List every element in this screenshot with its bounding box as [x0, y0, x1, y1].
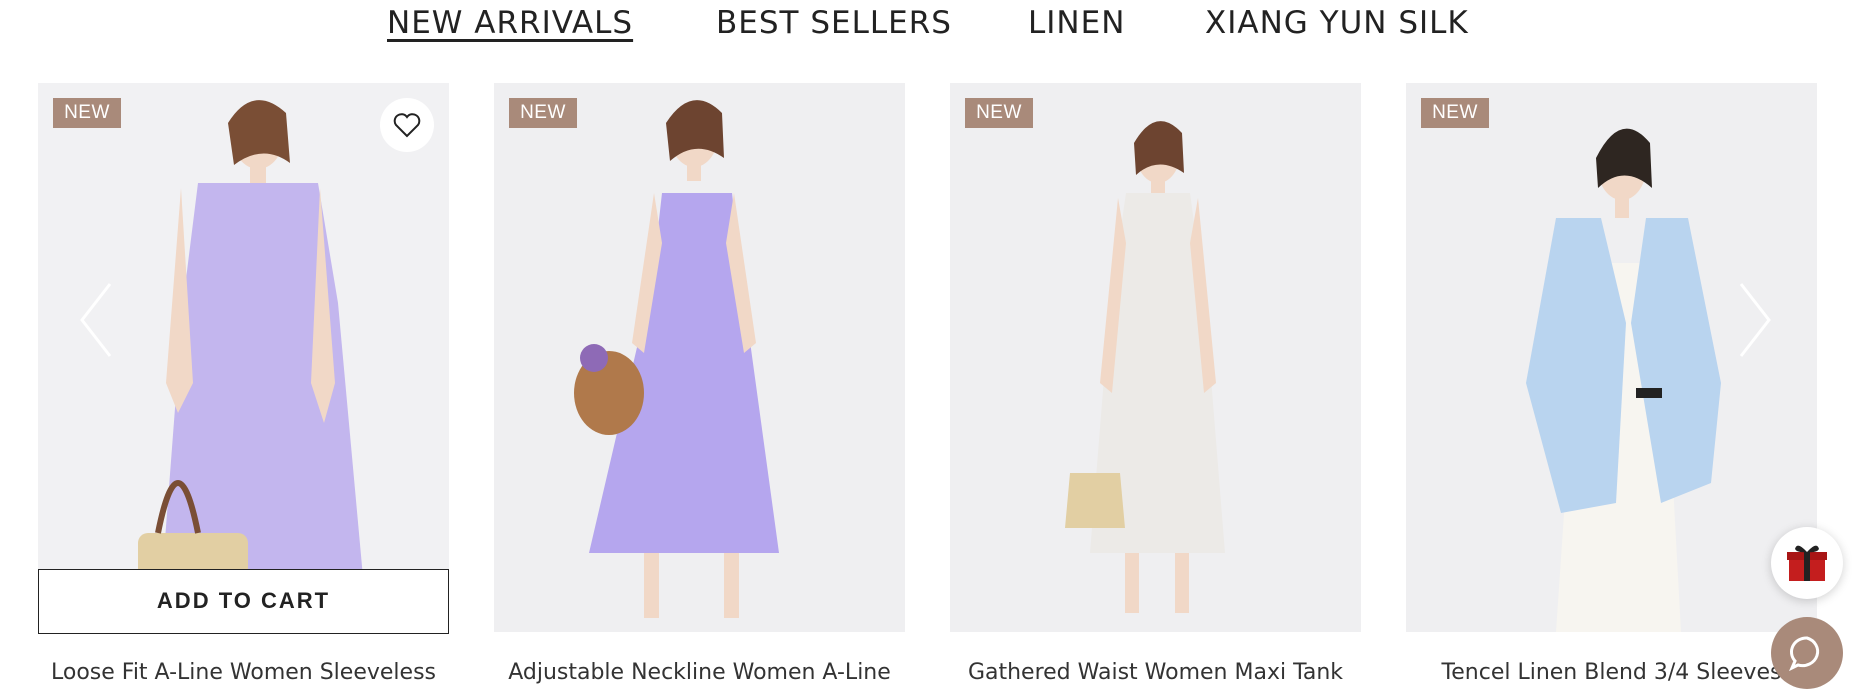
add-to-cart-button[interactable]: ADD TO CART — [38, 569, 449, 634]
product-card[interactable]: NEW Tencel Linen Blend 3/4 Sleeves — [1406, 83, 1817, 694]
product-card[interactable]: NEW ADD TO CART Loose Fit A-Line Women S… — [38, 83, 449, 694]
new-badge: NEW — [965, 98, 1033, 128]
new-badge: NEW — [1421, 98, 1489, 128]
tab-best-sellers[interactable]: BEST SELLERS — [716, 5, 952, 41]
model-illustration — [1065, 121, 1225, 613]
gift-icon — [1787, 545, 1827, 581]
tab-new-arrivals[interactable]: NEW ARRIVALS — [387, 5, 633, 41]
heart-icon — [393, 113, 421, 138]
product-title[interactable]: Loose Fit A-Line Women Sleeveless — [38, 660, 449, 685]
chevron-right-icon[interactable] — [1735, 280, 1775, 360]
product-title[interactable]: Tencel Linen Blend 3/4 Sleeves — [1406, 660, 1817, 685]
category-tabs: NEW ARRIVALS BEST SELLERS LINEN XIANG YU… — [0, 0, 1852, 52]
tab-xiang-yun-silk[interactable]: XIANG YUN SILK — [1205, 5, 1469, 41]
new-badge: NEW — [509, 98, 577, 128]
model-illustration — [574, 100, 779, 618]
product-image[interactable]: NEW — [494, 83, 905, 632]
product-card[interactable]: NEW Gathered Waist Women Maxi Tank — [950, 83, 1361, 694]
product-image[interactable]: NEW — [950, 83, 1361, 632]
wishlist-button[interactable] — [380, 98, 434, 152]
product-title[interactable]: Adjustable Neckline Women A-Line — [494, 660, 905, 685]
chat-icon — [1789, 636, 1820, 672]
product-card[interactable]: NEW Adjustable Neckline Women A-Line — [494, 83, 905, 694]
new-badge: NEW — [53, 98, 121, 128]
product-title[interactable]: Gathered Waist Women Maxi Tank — [950, 660, 1361, 685]
tab-linen[interactable]: LINEN — [1028, 5, 1125, 41]
chevron-left-icon[interactable] — [76, 280, 116, 360]
gift-button[interactable] — [1771, 527, 1843, 599]
chat-button[interactable] — [1771, 617, 1843, 689]
